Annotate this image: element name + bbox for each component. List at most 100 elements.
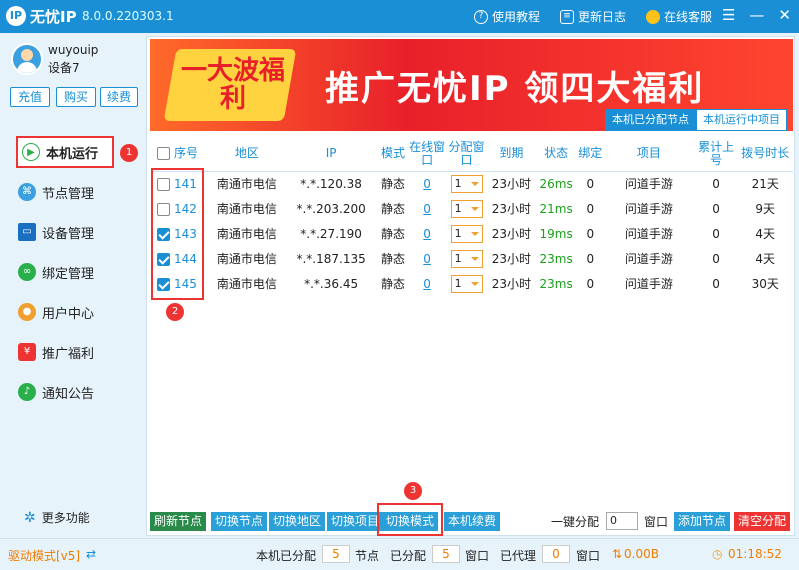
promo-banner[interactable]: 一大波福利 推广无忧IP 领四大福利 本机已分配节点 本机运行中项目 xyxy=(150,39,793,131)
cell-bind: 0 xyxy=(586,201,595,216)
cell-online: 0 xyxy=(409,246,445,271)
cell-alloc: 1 xyxy=(445,196,488,221)
assigned-label: 本机已分配 xyxy=(256,549,317,563)
cell-status: 23ms xyxy=(539,276,573,291)
minimize-icon[interactable]: — xyxy=(749,6,764,24)
tab-running-projects[interactable]: 本机运行中项目 xyxy=(696,109,787,131)
add-node-button[interactable]: 添加节点 xyxy=(674,512,731,531)
cell-total: 0 xyxy=(712,251,720,266)
cell-mode: 静态 xyxy=(380,177,405,192)
node-table: 序号 地区 IP 模式 在线窗口 分配窗口 到期 状态 绑定 项目 累计上号 拨… xyxy=(153,137,793,296)
network-icon: ⌘ xyxy=(18,183,36,201)
avatar[interactable] xyxy=(11,43,43,75)
cell-total: 0 xyxy=(712,226,720,241)
cell-ip: *.*.27.190 xyxy=(300,226,362,241)
sidebar-item-notices[interactable]: ♪ 通知公告 xyxy=(18,376,138,408)
one-click-select[interactable]: 0 xyxy=(606,512,638,530)
col-bind: 绑定 xyxy=(577,137,604,172)
cell-duration: 21天 xyxy=(751,177,779,192)
gift-icon: ¥ xyxy=(18,343,36,361)
switch-project-button[interactable]: 切换项目 xyxy=(327,512,384,531)
proxied-value: 0 xyxy=(542,545,570,563)
laptop-icon: ▭ xyxy=(18,223,36,241)
col-id-label: 序号 xyxy=(174,146,199,161)
table-row[interactable]: 142 南通市电信 *.*.203.200 静态 0 1 23小时 21ms 0 问道手游 0 9天 xyxy=(153,196,793,221)
close-icon[interactable]: ✕ xyxy=(778,6,791,24)
headset-icon xyxy=(646,9,660,24)
table-row[interactable]: 145 南通市电信 *.*.36.45 静态 0 1 23小时 23ms 0 问道手游 0 30天 xyxy=(153,271,793,296)
sidebar-item-label: 设备管理 xyxy=(42,226,95,242)
clock-value: 01:18:52 xyxy=(728,547,782,561)
col-id: 序号 xyxy=(153,137,209,172)
renew-local-button[interactable]: 本机续费 xyxy=(444,512,501,531)
col-online: 在线窗口 xyxy=(408,137,446,172)
switch-node-button[interactable]: 切换节点 xyxy=(211,512,268,531)
cell-online: 0 xyxy=(409,221,445,246)
tab-assigned-nodes[interactable]: 本机已分配节点 xyxy=(605,109,696,131)
table-row[interactable]: 144 南通市电信 *.*.187.135 静态 0 1 23小时 23ms 0 问道手游 0 4天 xyxy=(153,246,793,271)
support-link[interactable]: 在线客服 xyxy=(646,8,712,25)
main-panel: 一大波福利 推广无忧IP 领四大福利 本机已分配节点 本机运行中项目 序号 地区… xyxy=(146,36,795,536)
device-name: 设备7 xyxy=(48,61,80,75)
online-window-link[interactable]: 0 xyxy=(423,227,431,241)
cell-bind: 0 xyxy=(586,276,595,291)
cell-project: 问道手游 xyxy=(624,277,673,291)
cell-mode: 静态 xyxy=(380,252,405,266)
step-marker-3: 3 xyxy=(404,482,422,500)
sidebar-item-user-center[interactable]: ● 用户中心 xyxy=(18,296,138,328)
online-window-link[interactable]: 0 xyxy=(423,277,431,291)
online-window-link[interactable]: 0 xyxy=(423,252,431,266)
sidebar-item-label: 用户中心 xyxy=(42,306,95,322)
cell-bind: 0 xyxy=(586,226,595,241)
table-row[interactable]: 141 南通市电信 *.*.120.38 静态 0 1 23小时 26ms 0 问道手游 0 21天 xyxy=(153,171,793,196)
refresh-nodes-button[interactable]: 刷新节点 xyxy=(150,512,207,531)
alloc-window-select[interactable]: 1 xyxy=(450,249,483,268)
buy-button[interactable]: 购买 xyxy=(56,87,96,107)
allocated-value: 5 xyxy=(432,545,460,563)
sidebar-item-nodes[interactable]: ⌘ 节点管理 xyxy=(18,176,138,208)
renew-account-button[interactable]: 续费 xyxy=(100,87,138,107)
cell-status: 21ms xyxy=(539,201,573,216)
col-expire: 到期 xyxy=(487,137,535,172)
cell-expire: 23小时 xyxy=(491,202,531,216)
menu-icon[interactable]: ☰ xyxy=(722,6,735,24)
driver-mode[interactable]: 驱动模式[v5] xyxy=(8,547,80,564)
alloc-window-select[interactable]: 1 xyxy=(450,274,483,293)
recharge-button[interactable]: 充值 xyxy=(10,87,50,107)
more-features-label: 更多功能 xyxy=(41,511,90,525)
sidebar-item-label: 通知公告 xyxy=(42,386,95,402)
clear-allocation-button[interactable]: 清空分配 xyxy=(734,512,791,531)
table-row[interactable]: 143 南通市电信 *.*.27.190 静态 0 1 23小时 19ms 0 问道手游 0 4天 xyxy=(153,221,793,246)
more-features-button[interactable]: ✲ 更多功能 xyxy=(24,509,90,526)
sidebar-item-promotion[interactable]: ¥ 推广福利 xyxy=(18,336,138,368)
sidebar-item-bindings[interactable]: ∞ 绑定管理 xyxy=(18,256,138,288)
sidebar-item-devices[interactable]: ▭ 设备管理 xyxy=(18,216,138,248)
cell-status: 23ms xyxy=(539,251,573,266)
tutorial-link[interactable]: ? 使用教程 xyxy=(474,8,540,25)
col-region: 地区 xyxy=(208,137,286,172)
sidebar-item-label: 本机运行 xyxy=(46,146,99,162)
traffic-icon: ⇅ xyxy=(612,547,623,561)
select-all-checkbox[interactable] xyxy=(157,147,170,161)
assigned-value: 5 xyxy=(322,545,350,563)
sidebar-item-local-run[interactable]: ▶ 本机运行 xyxy=(16,136,114,168)
alloc-window-select[interactable]: 1 xyxy=(450,224,483,243)
cell-mode: 静态 xyxy=(380,202,405,216)
changelog-label: 更新日志 xyxy=(578,10,627,24)
step-marker-1: 1 xyxy=(120,144,138,162)
link-icon: ∞ xyxy=(18,263,36,281)
cell-expire: 23小时 xyxy=(491,177,531,192)
cell-project: 问道手游 xyxy=(624,202,673,216)
online-window-link[interactable]: 0 xyxy=(423,177,431,191)
online-window-link[interactable]: 0 xyxy=(423,202,431,216)
cell-duration: 9天 xyxy=(755,202,776,216)
sidebar-item-label: 绑定管理 xyxy=(42,266,95,282)
alloc-window-select[interactable]: 1 xyxy=(450,174,483,193)
cell-region: 南通市电信 xyxy=(216,277,277,291)
switch-region-button[interactable]: 切换地区 xyxy=(269,512,326,531)
changelog-link[interactable]: ≡ 更新日志 xyxy=(560,8,626,25)
swap-icon[interactable]: ⇄ xyxy=(86,547,96,561)
app-version: 8.0.0.220303.1 xyxy=(82,9,174,23)
col-status: 状态 xyxy=(534,137,578,172)
alloc-window-select[interactable]: 1 xyxy=(450,199,483,218)
